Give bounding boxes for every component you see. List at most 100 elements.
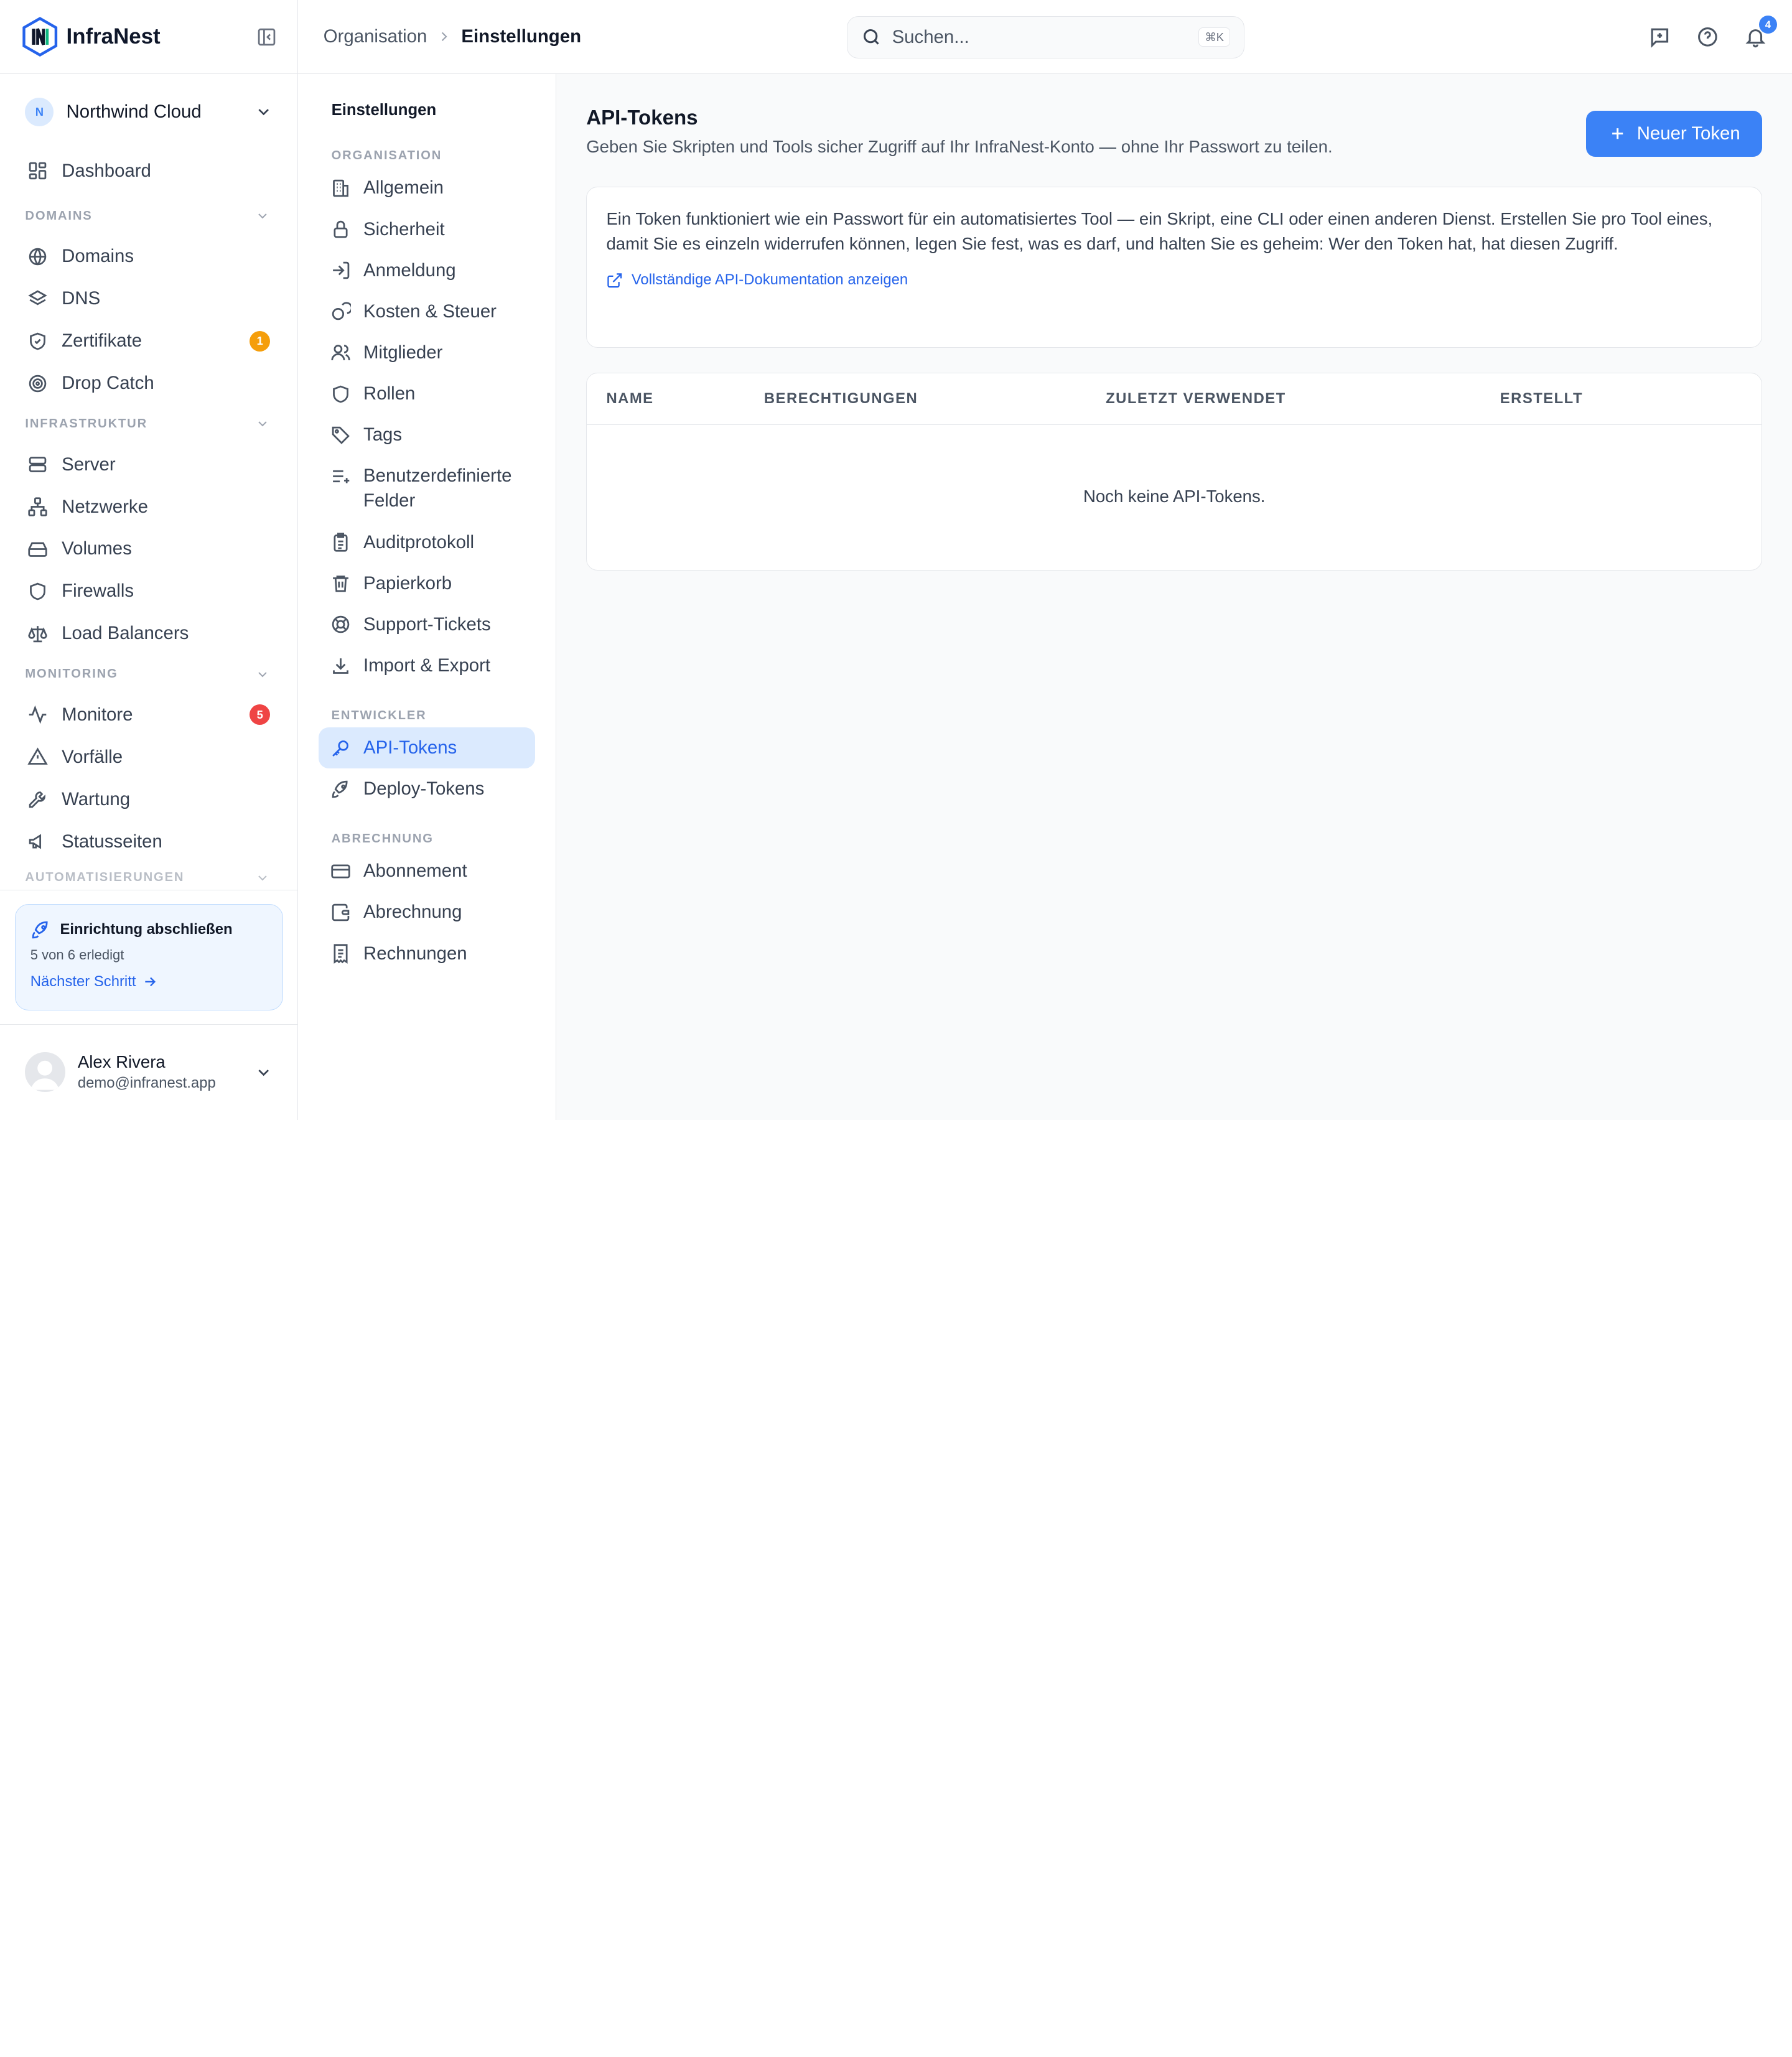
setup-card[interactable]: Einrichtung abschließen 5 von 6 erledigt…: [14, 903, 283, 1010]
sidebar-item-label: Dashboard: [62, 160, 151, 181]
subnav-item-api-tokens[interactable]: API-Tokens: [319, 727, 536, 769]
subnav-item-label: Abonnement: [363, 861, 467, 882]
subnav-item-label: Papierkorb: [363, 572, 452, 594]
sidebar-item-label: Netzwerke: [62, 496, 148, 517]
scale-icon: [28, 625, 47, 643]
column-header-berechtigungen[interactable]: BERECHTIGUNGEN: [764, 390, 918, 408]
subnav-group-header: ORGANISATION: [331, 149, 442, 163]
subnav-item-rechnungen[interactable]: Rechnungen: [319, 933, 535, 974]
subnav-item-label: Kosten & Steuer: [363, 301, 497, 322]
subnav-group-header: ABRECHNUNG: [331, 832, 434, 846]
column-header-name[interactable]: NAME: [606, 390, 653, 408]
app-root: InfraNest N Northwind Cloud Dashboard DO…: [0, 0, 1792, 1120]
sidebar-item-drop-catch[interactable]: Drop Catch: [0, 362, 297, 404]
sidebar-item-zertifikate[interactable]: Zertifikate 1: [0, 320, 297, 362]
activity-icon: [29, 705, 47, 724]
sidebar-item-netzwerke[interactable]: Netzwerke: [0, 486, 297, 528]
section-header-label: AUTOMATISIERUNGEN: [25, 870, 185, 884]
user-menu[interactable]: Alex Rivera demo@infranest.app: [0, 1024, 298, 1120]
search-input[interactable]: Suchen... ⌘K: [846, 16, 1245, 58]
org-avatar: N: [25, 98, 54, 126]
sidebar-item-statusseiten[interactable]: Statusseiten: [0, 821, 297, 863]
sidebar-item-wartung[interactable]: Wartung: [0, 778, 297, 821]
subnav-item-auditprotokoll[interactable]: Auditprotokoll: [319, 522, 535, 563]
section-header-monitoring[interactable]: MONITORING: [0, 655, 297, 693]
sidebar-item-volumes[interactable]: Volumes: [0, 528, 297, 570]
subnav-item-sicherheit[interactable]: Sicherheit: [319, 209, 535, 250]
megaphone-icon: [29, 834, 42, 849]
sidebar-item-domains[interactable]: Domains: [0, 235, 297, 278]
subnav-item-rollen[interactable]: Rollen: [319, 373, 535, 414]
dashboard-icon: [29, 162, 47, 180]
setup-progress: 5 von 6 erledigt: [30, 946, 124, 963]
feedback-icon[interactable]: [1648, 26, 1671, 49]
new-token-label: Neuer Token: [1636, 123, 1740, 144]
wallet-icon: [332, 903, 350, 921]
subnav-item-allgemein[interactable]: Allgemein: [319, 168, 535, 209]
download-icon: [332, 658, 348, 674]
sidebar-item-label: Vorfälle: [62, 746, 123, 767]
notification-count-badge: 4: [1758, 15, 1778, 34]
section-header-infrastruktur[interactable]: INFRASTRUKTUR: [0, 404, 297, 443]
logo-row: InfraNest: [0, 0, 298, 75]
page-body: Einstellungen ORGANISATION Allgemein Sic…: [298, 74, 1792, 1120]
trash-icon: [332, 576, 348, 592]
subnav-item-tags[interactable]: Tags: [319, 414, 535, 455]
section-header-domains[interactable]: DOMAINS: [0, 197, 297, 235]
sidebar-item-dashboard[interactable]: Dashboard: [0, 150, 297, 192]
subnav-item-label: Allgemein: [363, 177, 444, 198]
shield-icon: [332, 385, 348, 403]
users-icon: [331, 345, 350, 361]
external-link-icon: [607, 273, 622, 287]
hard-drive-icon: [28, 542, 47, 557]
collapse-sidebar-icon[interactable]: [256, 27, 277, 47]
clipboard-list-icon: [334, 533, 348, 552]
key-icon: [332, 740, 348, 757]
sidebar-item-label: Domains: [62, 246, 134, 267]
notifications-button[interactable]: 4: [1744, 15, 1778, 49]
subnav-item-benutzerdefinierte-felder[interactable]: Benutzerdefinierte Felder: [319, 455, 535, 522]
subnav-item-papierkorb[interactable]: Papierkorb: [319, 563, 535, 604]
section-header-automatisierungen[interactable]: AUTOMATISIERUNGEN: [0, 863, 297, 890]
subnav-item-label: Anmeldung: [363, 259, 456, 281]
login-icon: [332, 262, 350, 279]
next-step-link[interactable]: Nächster Schritt: [30, 973, 268, 991]
subnav-item-abrechnung[interactable]: Abrechnung: [319, 892, 535, 933]
subnav-item-abonnement[interactable]: Abonnement: [319, 851, 535, 892]
sidebar-item-dns[interactable]: DNS: [0, 278, 297, 320]
sidebar-item-firewalls[interactable]: Firewalls: [0, 570, 297, 612]
subnav-item-mitglieder[interactable]: Mitglieder: [319, 332, 535, 373]
sidebar-item-vorfaelle[interactable]: Vorfälle: [0, 736, 297, 778]
breadcrumb-organisation[interactable]: Organisation: [324, 26, 427, 47]
chevron-down-icon: [258, 1069, 269, 1076]
subnav-item-import-export[interactable]: Import & Export: [319, 645, 535, 686]
credit-card-icon: [331, 864, 350, 879]
search-placeholder: Suchen...: [892, 26, 969, 47]
sidebar-item-label: Load Balancers: [62, 623, 189, 644]
count-badge: 5: [250, 704, 271, 725]
sidebar-item-monitore[interactable]: Monitore 5: [0, 694, 297, 736]
subnav-item-label: Benutzerdefinierte Felder: [363, 465, 512, 511]
help-icon[interactable]: [1696, 26, 1719, 49]
column-header-erstellt[interactable]: ERSTELLT: [1500, 390, 1583, 408]
sidebar-item-load-balancers[interactable]: Load Balancers: [0, 612, 297, 655]
tokens-table: NAME BERECHTIGUNGEN ZULETZT VERWENDET ER…: [586, 372, 1763, 571]
column-header-zuletzt-verwendet[interactable]: ZULETZT VERWENDET: [1106, 390, 1286, 408]
sidebar-item-label: DNS: [62, 288, 101, 309]
logo[interactable]: InfraNest: [21, 16, 161, 57]
subnav-title: Einstellungen: [331, 101, 437, 119]
sidebar-item-server[interactable]: Server: [0, 444, 297, 486]
new-token-button[interactable]: Neuer Token: [1586, 111, 1763, 157]
api-docs-link[interactable]: Vollständige API-Dokumentation anzeigen: [606, 271, 1742, 289]
layers-icon: [28, 290, 47, 306]
subnav-item-anmeldung[interactable]: Anmeldung: [319, 250, 535, 291]
org-switcher[interactable]: N Northwind Cloud: [0, 74, 297, 149]
subnav-item-support-tickets[interactable]: Support-Tickets: [319, 604, 535, 645]
sidebar-item-label: Wartung: [62, 788, 131, 809]
topbar: Organisation Einstellungen Suchen... ⌘K …: [298, 0, 1792, 75]
building-icon: [332, 179, 348, 197]
subnav-item-deploy-tokens[interactable]: Deploy-Tokens: [319, 768, 535, 809]
subnav-item-kosten-steuer[interactable]: Kosten & Steuer: [319, 291, 535, 332]
plus-icon: [1612, 128, 1623, 139]
subnav-item-label: Support-Tickets: [363, 613, 491, 635]
